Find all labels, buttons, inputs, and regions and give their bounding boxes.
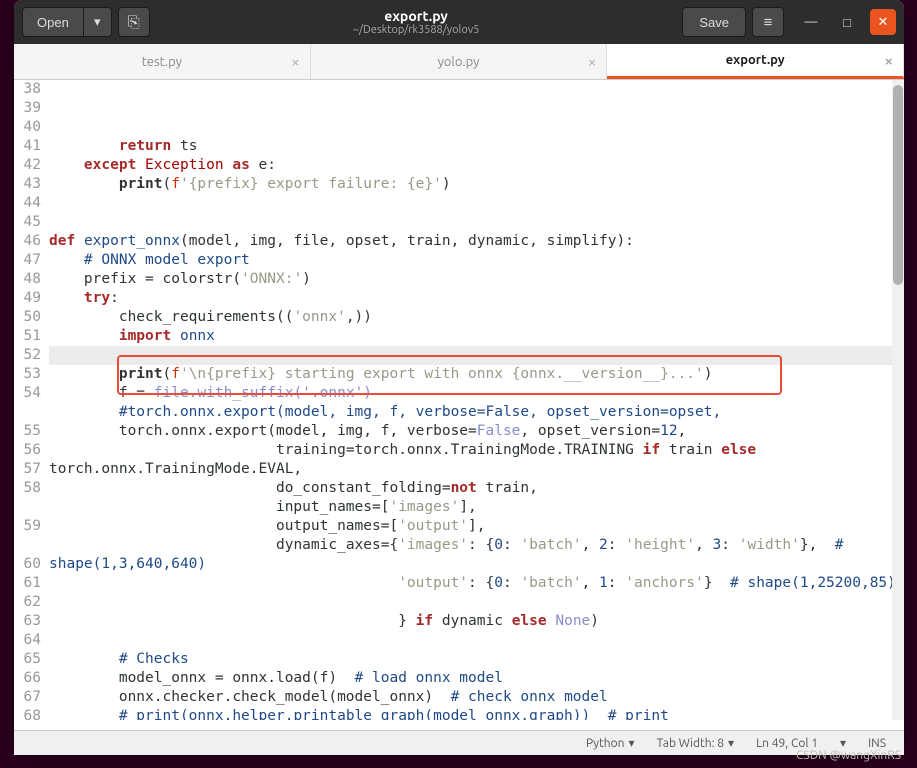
tab-width-selector[interactable]: Tab Width: 8 ▾ [657, 736, 734, 750]
line-number: 42 [14, 156, 41, 175]
title-subtitle: ~/Desktop/rk3588/yolov5 [156, 24, 677, 36]
title-main: export.py [156, 8, 677, 24]
line-number: 63 [14, 612, 41, 631]
code-line[interactable]: prefix = colorstr('ONNX:') [49, 270, 904, 289]
code-line[interactable]: input_names=['images'], [49, 498, 904, 517]
code-line[interactable]: torch.onnx.export(model, img, f, verbose… [49, 422, 904, 441]
line-number: 46 [14, 232, 41, 251]
line-number: 44 [14, 194, 41, 213]
line-number: 50 [14, 308, 41, 327]
line-number: 38 [14, 80, 41, 99]
line-number: 67 [14, 688, 41, 707]
line-gutter: 3839404142434445464748495051525354555657… [14, 80, 49, 720]
code-line[interactable]: # Checks [49, 650, 904, 669]
insert-mode[interactable]: INS [868, 737, 886, 750]
language-selector[interactable]: Python ▾ [586, 736, 635, 750]
code-line[interactable]: 'output': {0: 'batch', 1: 'anchors'} # s… [49, 574, 904, 612]
code-line[interactable]: dynamic_axes={'images': {0: 'batch', 2: … [49, 536, 904, 574]
open-dropdown[interactable]: ▾ [84, 7, 112, 37]
code-line[interactable]: import onnx [49, 327, 904, 346]
code-line[interactable]: #torch.onnx.export(model, img, f, verbos… [49, 403, 904, 422]
new-tab-button[interactable]: ⎘ [118, 7, 150, 37]
maximize-button[interactable]: □ [834, 9, 860, 35]
save-button[interactable]: Save [682, 7, 746, 37]
line-number: 66 [14, 669, 41, 688]
code-line[interactable]: try: [49, 289, 904, 308]
code-line[interactable]: check_requirements(('onnx',)) [49, 308, 904, 327]
code-editor[interactable]: 3839404142434445464748495051525354555657… [14, 80, 904, 720]
open-button[interactable]: Open [22, 7, 84, 37]
line-number: 61 [14, 574, 41, 593]
line-number: 56 [14, 441, 41, 460]
line-number: 48 [14, 270, 41, 289]
cursor-position[interactable]: Ln 49, Col 1 [756, 737, 818, 750]
line-number: 60 [14, 555, 41, 574]
line-number: 43 [14, 175, 41, 194]
line-number: 51 [14, 327, 41, 346]
tab-test-py[interactable]: test.py× [14, 44, 311, 79]
statusbar: Python ▾ Tab Width: 8 ▾ Ln 49, Col 1 ▾ I… [14, 730, 904, 755]
code-line[interactable]: print(f'\n{prefix} starting export with … [49, 365, 904, 384]
line-number: 53 [14, 365, 41, 384]
line-number: 45 [14, 213, 41, 232]
code-line[interactable]: print(f'{prefix} export failure: {e}') [49, 175, 904, 194]
window-title: export.py ~/Desktop/rk3588/yolov5 [156, 8, 677, 36]
line-number: 58 [14, 479, 41, 517]
line-number: 65 [14, 650, 41, 669]
line-number: 49 [14, 289, 41, 308]
code-line[interactable]: except Exception as e: [49, 156, 904, 175]
tab-close-icon[interactable]: × [291, 53, 299, 70]
line-number: 47 [14, 251, 41, 270]
line-number: 39 [14, 99, 41, 118]
code-line[interactable]: return ts [49, 137, 904, 156]
code-line[interactable]: f = file.with_suffix('.onnx') [49, 384, 904, 403]
line-number: 52 [14, 346, 41, 365]
overlay-dropdown[interactable]: ▾ [840, 736, 846, 750]
line-number: 59 [14, 517, 41, 555]
code-line[interactable] [49, 346, 904, 365]
line-number: 55 [14, 422, 41, 441]
code-line[interactable]: onnx.checker.check_model(model_onnx) # c… [49, 688, 904, 707]
minimize-button[interactable]: — [798, 9, 824, 35]
line-number: 57 [14, 460, 41, 479]
code-line[interactable] [49, 213, 904, 232]
code-area[interactable]: return ts except Exception as e: print(f… [49, 80, 904, 720]
watermark: CSDN @wangXinRS [796, 749, 901, 762]
code-line[interactable]: } if dynamic else None) [49, 612, 904, 631]
code-line[interactable] [49, 194, 904, 213]
line-number: 41 [14, 137, 41, 156]
code-line[interactable]: do_constant_folding=not train, [49, 479, 904, 498]
line-number: 68 [14, 707, 41, 720]
titlebar: Open ▾ ⎘ export.py ~/Desktop/rk3588/yolo… [14, 0, 904, 44]
tab-close-icon[interactable]: × [885, 52, 893, 69]
code-line[interactable]: # ONNX model export [49, 251, 904, 270]
tab-export-py[interactable]: export.py× [607, 44, 904, 79]
line-number: 40 [14, 118, 41, 137]
code-line[interactable]: # print(onnx.helper.printable_graph(mode… [49, 707, 904, 720]
editor-window: Open ▾ ⎘ export.py ~/Desktop/rk3588/yolo… [14, 0, 904, 755]
code-line[interactable]: output_names=['output'], [49, 517, 904, 536]
hamburger-menu[interactable]: ≡ [752, 7, 784, 37]
code-line[interactable] [49, 631, 904, 650]
close-button[interactable]: ✕ [870, 9, 896, 35]
code-line[interactable]: def export_onnx(model, img, file, opset,… [49, 232, 904, 251]
tab-close-icon[interactable]: × [588, 53, 596, 70]
line-number: 62 [14, 593, 41, 612]
line-number: 64 [14, 631, 41, 650]
tab-bar: test.py×yolo.py×export.py× [14, 44, 904, 80]
tab-yolo-py[interactable]: yolo.py× [311, 44, 608, 79]
code-line[interactable]: training=torch.onnx.TrainingMode.TRAININ… [49, 441, 904, 479]
scrollbar-thumb[interactable] [893, 85, 903, 285]
code-line[interactable]: model_onnx = onnx.load(f) # load onnx mo… [49, 669, 904, 688]
line-number: 54 [14, 384, 41, 422]
scrollbar[interactable] [892, 80, 904, 720]
